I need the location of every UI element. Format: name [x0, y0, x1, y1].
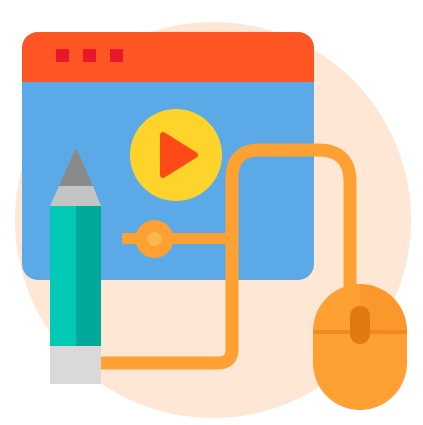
pencil-wood — [50, 186, 101, 206]
mouse-wheel — [350, 306, 370, 344]
mouse-icon — [313, 284, 407, 410]
window-dot-2 — [83, 49, 96, 62]
window-dot-3 — [110, 49, 123, 62]
play-button-icon — [130, 109, 222, 201]
pencil-body-left — [50, 206, 76, 346]
pencil-eraser — [50, 346, 101, 384]
pencil-body-right — [76, 206, 101, 346]
slider-knob-inner — [147, 232, 162, 246]
video-editing-illustration — [0, 0, 423, 425]
illustration-svg — [15, 22, 411, 418]
window-dot-1 — [56, 49, 69, 62]
